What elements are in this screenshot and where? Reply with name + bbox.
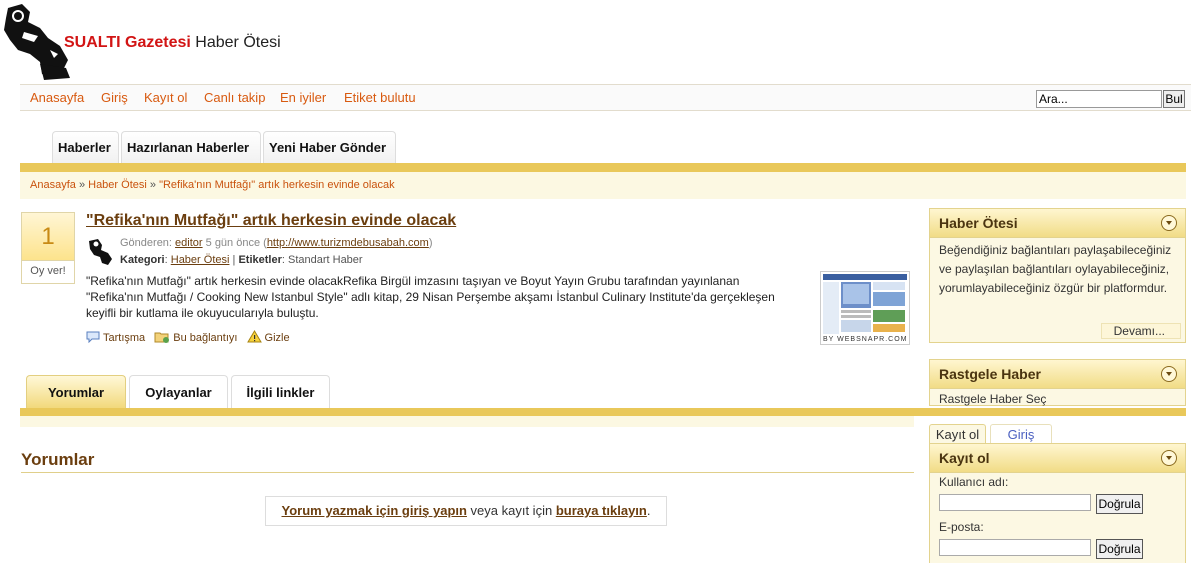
collapse-icon[interactable] bbox=[1161, 366, 1177, 382]
random-news-title: Rastgele Haber bbox=[939, 366, 1041, 382]
about-box: Haber Ötesi Beğendiğiniz bağlantıları pa… bbox=[929, 208, 1186, 343]
breadcrumb-separator: » bbox=[78, 179, 86, 191]
random-news-link[interactable]: Rastgele Haber Seç bbox=[930, 389, 1185, 410]
breadcrumb-bar: Anasayfa » Haber Ötesi » "Refika'nın Mut… bbox=[20, 172, 1186, 199]
source-link[interactable]: http://www.turizmdebusabah.com bbox=[267, 237, 429, 249]
register-link[interactable]: buraya tıklayın bbox=[556, 503, 647, 518]
story-body: "Refika'nın Mutfağı" artık herkesin evin… bbox=[86, 274, 775, 320]
speech-bubble-icon bbox=[86, 331, 100, 344]
story-meta: Gönderen: editor 5 gün önce (http://www.… bbox=[120, 237, 433, 249]
verify-username-button[interactable]: Doğrula bbox=[1096, 494, 1143, 514]
login-prompt: Yorum yazmak için giriş yapın veya kayıt… bbox=[265, 496, 667, 526]
tab-voters[interactable]: Oylayanlar bbox=[129, 375, 228, 408]
collapse-icon[interactable] bbox=[1161, 215, 1177, 231]
verify-email-button[interactable]: Doğrula bbox=[1096, 539, 1143, 559]
email-field[interactable] bbox=[939, 539, 1091, 556]
vote-box: 1 Oy ver! bbox=[21, 212, 75, 284]
comment-tabs-band bbox=[20, 416, 914, 427]
save-label: Bu bağlantıyı bbox=[173, 332, 238, 344]
tab-register[interactable]: Kayıt ol bbox=[929, 424, 986, 444]
category-label: Kategori bbox=[120, 254, 165, 266]
tag-item[interactable]: Standart Haber bbox=[288, 254, 363, 266]
author-avatar[interactable] bbox=[86, 237, 116, 267]
site-title[interactable]: SUALTI Gazetesi Haber Ötesi bbox=[64, 34, 281, 52]
nav-home[interactable]: Anasayfa bbox=[30, 90, 84, 105]
top-navigation: Anasayfa Giriş Kayıt ol Canlı takip En i… bbox=[20, 84, 1191, 111]
random-news-header: Rastgele Haber bbox=[930, 360, 1185, 389]
breadcrumb-home[interactable]: Anasayfa bbox=[30, 179, 76, 191]
tab-login[interactable]: Giriş bbox=[990, 424, 1052, 444]
vote-count: 1 bbox=[22, 213, 74, 261]
username-label: Kullanıcı adı: bbox=[939, 475, 1009, 489]
random-news-box: Rastgele Haber Rastgele Haber Seç bbox=[929, 359, 1186, 406]
breadcrumb: Anasayfa » Haber Ötesi » "Refika'nın Mut… bbox=[30, 179, 395, 191]
tags-label: Etiketler bbox=[238, 254, 282, 266]
search-input[interactable] bbox=[1036, 90, 1162, 108]
about-box-text: Beğendiğiniz bağlantıları paylaşabileceğ… bbox=[939, 243, 1172, 295]
login-prompt-end: . bbox=[646, 503, 651, 518]
nav-login[interactable]: Giriş bbox=[101, 90, 128, 105]
breadcrumb-separator: » bbox=[149, 179, 157, 191]
vote-button[interactable]: Oy ver! bbox=[22, 261, 74, 281]
category-link[interactable]: Haber Ötesi bbox=[171, 254, 230, 266]
author-link[interactable]: editor bbox=[175, 237, 203, 249]
about-box-title: Haber Ötesi bbox=[939, 215, 1018, 231]
story-thumbnail[interactable]: BY WEBSNAPR.COM bbox=[820, 271, 910, 345]
story-title[interactable]: "Refika'nın Mutfağı" artık herkesin evin… bbox=[86, 212, 456, 230]
email-label: E-posta: bbox=[939, 520, 984, 534]
nav-live[interactable]: Canlı takip bbox=[204, 90, 265, 105]
discuss-label: Tartışma bbox=[103, 332, 146, 344]
story-time: 5 gün önce bbox=[205, 237, 261, 249]
tab-related-links[interactable]: İlgili linkler bbox=[231, 375, 330, 408]
collapse-icon[interactable] bbox=[1161, 450, 1177, 466]
thumbnail-caption: BY WEBSNAPR.COM bbox=[823, 336, 908, 343]
username-field[interactable] bbox=[939, 494, 1091, 511]
story-actions: Tartışma Bu bağlantıyı Gizle bbox=[86, 330, 296, 344]
tabs-underline bbox=[20, 163, 1186, 172]
tab-submit-news[interactable]: Yeni Haber Gönder bbox=[263, 131, 396, 163]
hide-label: Gizle bbox=[264, 332, 290, 344]
site-title-rest: Haber Ötesi bbox=[195, 34, 281, 51]
tab-comments[interactable]: Yorumlar bbox=[26, 375, 126, 408]
register-box-header: Kayıt ol bbox=[930, 444, 1185, 473]
search-button[interactable]: Bul bbox=[1163, 90, 1185, 108]
login-link[interactable]: Yorum yazmak için giriş yapın bbox=[282, 503, 467, 518]
thumbnail-image bbox=[821, 272, 909, 344]
comments-heading: Yorumlar bbox=[21, 450, 95, 469]
breadcrumb-current[interactable]: "Refika'nın Mutfağı" artık herkesin evin… bbox=[159, 179, 395, 191]
site-title-brand: SUALTI Gazetesi bbox=[64, 34, 191, 51]
save-action[interactable]: Bu bağlantıyı bbox=[154, 331, 237, 344]
read-more-link[interactable]: Devamı... bbox=[1100, 323, 1181, 339]
discuss-action[interactable]: Tartışma bbox=[86, 331, 145, 344]
login-prompt-middle: veya kayıt için bbox=[466, 503, 556, 518]
register-box-title: Kayıt ol bbox=[939, 450, 990, 466]
nav-register[interactable]: Kayıt ol bbox=[144, 90, 187, 105]
tab-upcoming-news[interactable]: Hazırlanan Haberler bbox=[121, 131, 261, 163]
folder-add-icon bbox=[154, 332, 170, 343]
breadcrumb-section[interactable]: Haber Ötesi bbox=[88, 179, 147, 191]
warning-icon bbox=[246, 330, 262, 343]
hide-action[interactable]: Gizle bbox=[246, 330, 290, 344]
about-box-header: Haber Ötesi bbox=[930, 209, 1185, 238]
comments-divider bbox=[21, 472, 914, 473]
nav-top[interactable]: En iyiler bbox=[280, 90, 326, 105]
submitted-label: Gönderen: bbox=[120, 237, 172, 249]
nav-tag-cloud[interactable]: Etiket bulutu bbox=[344, 90, 416, 105]
tab-news[interactable]: Haberler bbox=[52, 131, 119, 163]
story-taxonomy: Kategori: Haber Ötesi | Etiketler: Stand… bbox=[120, 254, 363, 266]
